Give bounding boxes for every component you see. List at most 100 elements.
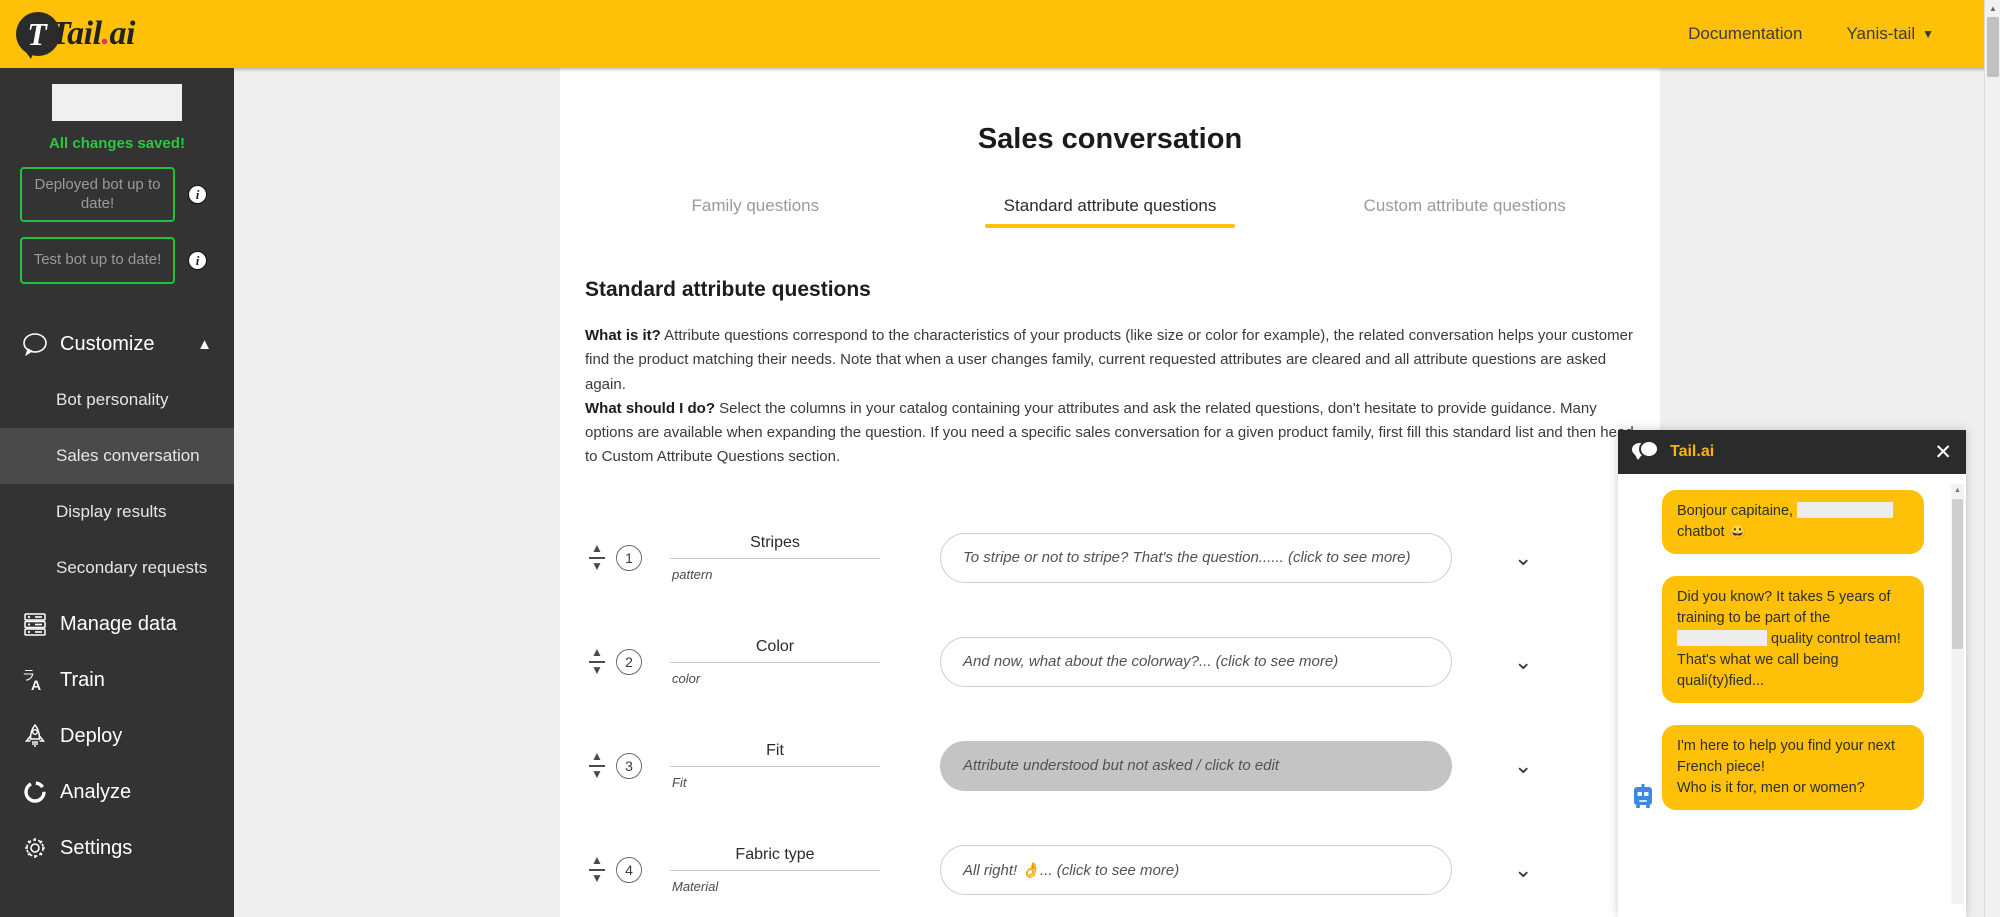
attribute-field[interactable]: Color color xyxy=(670,638,880,686)
chat-scrollbar[interactable]: ▲ xyxy=(1951,484,1964,904)
chat-bubble: I'm here to help you find your next Fren… xyxy=(1662,725,1924,810)
chat-text-before: Bonjour capitaine, xyxy=(1677,503,1793,519)
attribute-row: ▲ ▼ 1 Stripes pattern To stripe or not t… xyxy=(560,506,1660,610)
test-status-row: Test bot up to date! i xyxy=(20,237,234,284)
sort-down-icon: ▼ xyxy=(591,666,603,676)
attribute-field[interactable]: Fabric type Material xyxy=(670,846,880,894)
app-root: T Tail.ai Documentation Yanis-tail ▼ Sal… xyxy=(0,0,2000,917)
redacted-block xyxy=(1797,502,1893,518)
gear-icon xyxy=(22,836,52,860)
row-index: 4 xyxy=(616,857,642,883)
brand-logo[interactable]: T Tail.ai xyxy=(16,12,135,56)
question-input-disabled[interactable]: Attribute understood but not asked / cli… xyxy=(940,741,1452,791)
attribute-column: Fit xyxy=(670,775,880,790)
tab-bar: Family questions Standard attribute ques… xyxy=(560,196,1660,228)
what-is-it-text: Attribute questions correspond to the ch… xyxy=(585,327,1633,393)
chat-bubble-icon xyxy=(1632,440,1660,464)
chat-header: Tail.ai ✕ xyxy=(1618,430,1966,474)
tab-custom-attribute-questions[interactable]: Custom attribute questions xyxy=(1287,196,1642,228)
sidebar-item-train[interactable]: ラ A Train xyxy=(0,652,234,708)
bot-name-field[interactable] xyxy=(52,84,182,121)
attribute-rows: ▲ ▼ 1 Stripes pattern To stripe or not t… xyxy=(560,506,1660,917)
sidebar-item-display-results[interactable]: Display results xyxy=(0,484,234,540)
content-card: Sales conversation Family questions Stan… xyxy=(560,68,1660,917)
page-scroll-thumb[interactable] xyxy=(1987,17,1999,77)
user-menu[interactable]: Yanis-tail ▼ xyxy=(1846,24,1934,44)
bot-avatar-icon xyxy=(1632,784,1654,810)
translate-icon: ラ A xyxy=(22,668,52,692)
brand-letter: T xyxy=(27,18,47,50)
tab-family-questions[interactable]: Family questions xyxy=(578,196,933,228)
scroll-up-arrow-icon[interactable]: ▲ xyxy=(1951,484,1964,497)
chat-widget: Tail.ai ✕ Bonjour capitaine, chatbot 😀 D… xyxy=(1618,430,1966,917)
sidebar-item-label: Deploy xyxy=(60,725,122,748)
chat-text-before: Did you know? It takes 5 years of traini… xyxy=(1677,589,1891,626)
drag-sort-handle[interactable]: ▲ ▼ xyxy=(588,752,606,779)
attribute-field[interactable]: Stripes pattern xyxy=(670,534,880,582)
brand-dot: . xyxy=(102,15,110,52)
top-bar-right: Documentation Yanis-tail ▼ xyxy=(1688,24,1934,44)
question-input[interactable]: All right! 👌... (click to see more) xyxy=(940,845,1452,895)
info-icon[interactable]: i xyxy=(188,185,207,204)
sidebar-item-secondary-requests[interactable]: Secondary requests xyxy=(0,540,234,596)
row-index: 2 xyxy=(616,649,642,675)
sidebar-item-sales-conversation[interactable]: Sales conversation xyxy=(0,428,234,484)
sidebar-item-analyze[interactable]: Analyze xyxy=(0,764,234,820)
sort-up-icon: ▲ xyxy=(591,544,603,554)
sidebar-item-label: Customize xyxy=(60,333,154,356)
attribute-row: ▲ ▼ 4 Fabric type Material All right! 👌.… xyxy=(560,818,1660,917)
sidebar-item-manage-data[interactable]: Manage data xyxy=(0,596,234,652)
question-input[interactable]: And now, what about the colorway?... (cl… xyxy=(940,637,1452,687)
expand-chevron-down-icon[interactable]: ⌄ xyxy=(1514,649,1532,675)
chat-scroll-thumb[interactable] xyxy=(1952,499,1963,649)
svg-text:A: A xyxy=(31,677,41,692)
chevron-up-icon: ▲ xyxy=(197,336,212,353)
drag-sort-handle[interactable]: ▲ ▼ xyxy=(588,648,606,675)
attribute-name: Color xyxy=(670,638,880,663)
page-title: Sales conversation xyxy=(560,123,1660,156)
sort-down-icon: ▼ xyxy=(591,874,603,884)
sidebar-item-bot-personality[interactable]: Bot personality xyxy=(0,372,234,428)
sidebar-item-settings[interactable]: Settings xyxy=(0,820,234,876)
sort-down-icon: ▼ xyxy=(591,770,603,780)
chat-message: Did you know? It takes 5 years of traini… xyxy=(1618,576,1966,703)
tab-standard-attribute-questions[interactable]: Standard attribute questions xyxy=(933,196,1288,228)
speech-bubble-icon xyxy=(22,332,52,356)
sidebar: All changes saved! Deployed bot up to da… xyxy=(0,68,234,917)
top-bar: T Tail.ai Documentation Yanis-tail ▼ xyxy=(0,0,1984,68)
attribute-name: Fabric type xyxy=(670,846,880,871)
sidebar-item-customize[interactable]: Customize ▲ xyxy=(0,316,234,372)
deploy-status-row: Deployed bot up to date! i xyxy=(20,167,234,222)
attribute-row: ▲ ▼ 3 Fit Fit Attribute understood but n… xyxy=(560,714,1660,818)
sidebar-item-deploy[interactable]: Deploy xyxy=(0,708,234,764)
chevron-down-icon: ▼ xyxy=(1922,27,1934,41)
close-icon[interactable]: ✕ xyxy=(1934,442,1952,463)
what-should-i-do-label: What should I do? xyxy=(585,400,715,417)
chat-message: Bonjour capitaine, chatbot 😀 xyxy=(1618,490,1966,554)
expand-chevron-down-icon[interactable]: ⌄ xyxy=(1514,753,1532,779)
page-scrollbar[interactable]: ▲ xyxy=(1984,0,2000,917)
scroll-up-arrow-icon[interactable]: ▲ xyxy=(1985,0,2000,16)
drag-sort-handle[interactable]: ▲ ▼ xyxy=(588,544,606,571)
documentation-link[interactable]: Documentation xyxy=(1688,24,1802,44)
attribute-field[interactable]: Fit Fit xyxy=(670,742,880,790)
header-shadow xyxy=(234,68,1984,72)
expand-chevron-down-icon[interactable]: ⌄ xyxy=(1514,857,1532,883)
drag-sort-handle[interactable]: ▲ ▼ xyxy=(588,856,606,883)
what-is-it-label: What is it? xyxy=(585,327,661,344)
server-icon xyxy=(22,612,52,636)
sidebar-item-label: Settings xyxy=(60,837,132,860)
sort-down-icon: ▼ xyxy=(591,562,603,572)
chat-title: Tail.ai xyxy=(1670,443,1714,461)
attribute-name: Stripes xyxy=(670,534,880,559)
deployed-bot-status[interactable]: Deployed bot up to date! xyxy=(20,167,175,222)
description-paragraphs: What is it? Attribute questions correspo… xyxy=(585,324,1635,470)
test-bot-status[interactable]: Test bot up to date! xyxy=(20,237,175,284)
chat-text-before: I'm here to help you find your next Fren… xyxy=(1677,738,1895,775)
info-icon[interactable]: i xyxy=(188,251,207,270)
chat-bubble: Did you know? It takes 5 years of traini… xyxy=(1662,576,1924,703)
expand-chevron-down-icon[interactable]: ⌄ xyxy=(1514,545,1532,571)
sidebar-item-label: Manage data xyxy=(60,613,177,636)
question-input[interactable]: To stripe or not to stripe? That's the q… xyxy=(940,533,1452,583)
brand-suffix: ai xyxy=(110,15,135,52)
